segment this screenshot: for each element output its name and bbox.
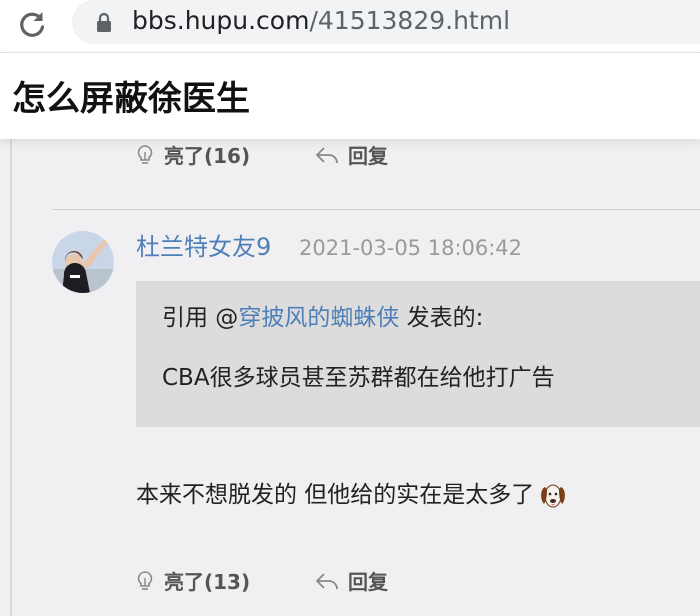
thread-title-bar: 怎么屏蔽徐医生 xyxy=(0,52,700,139)
quote-block: 引用 @穿披风的蜘蛛侠 发表的: CBA很多球员甚至苏群都在给他打广告 xyxy=(136,281,700,427)
reply-label: 回复 xyxy=(348,570,388,594)
reply-button[interactable]: 回复 xyxy=(314,140,388,169)
post-timestamp: 2021-03-05 18:06:42 xyxy=(299,236,523,260)
post-divider xyxy=(52,209,700,210)
post-body-text: 本来不想脱发的 但他给的实在是太多了 xyxy=(136,482,535,508)
quote-header: 引用 @穿披风的蜘蛛侠 发表的: xyxy=(162,301,483,335)
post-username[interactable]: 杜兰特女友9 xyxy=(136,232,271,262)
thread-content: 亮了(16) 回复 杜兰特女友9 2021-03-05 18:06:42 引用 … xyxy=(10,138,700,616)
dog-face-icon xyxy=(541,484,566,508)
avatar[interactable] xyxy=(52,231,114,293)
like-count-label: 亮了(16) xyxy=(164,144,251,168)
quote-suffix: 发表的: xyxy=(399,305,484,331)
lightbulb-icon xyxy=(137,570,153,590)
quote-prefix: 引用 @ xyxy=(162,305,239,331)
reply-arrow-icon xyxy=(316,146,338,163)
quoted-username-link[interactable]: 穿披风的蜘蛛侠 xyxy=(238,305,399,331)
lightbulb-icon xyxy=(137,144,153,164)
page-title: 怎么屏蔽徐医生 xyxy=(12,79,250,119)
reply-arrow-icon xyxy=(316,572,338,589)
browser-address-bar: bbs.hupu.com/41513829.html xyxy=(0,0,700,52)
like-count-label: 亮了(13) xyxy=(164,570,251,594)
reload-icon[interactable] xyxy=(16,8,48,40)
post-body: 本来不想脱发的 但他给的实在是太多了 xyxy=(136,478,568,512)
avatar-photo xyxy=(52,231,114,293)
like-button[interactable]: 亮了(16) xyxy=(134,140,250,169)
reply-label: 回复 xyxy=(348,144,388,168)
url-path: /41513829.html xyxy=(309,6,511,35)
reply-button[interactable]: 回复 xyxy=(314,566,388,595)
quote-text: CBA很多球员甚至苏群都在给他打广告 xyxy=(162,365,555,391)
lock-icon[interactable] xyxy=(96,11,112,33)
url-text[interactable]: bbs.hupu.com/41513829.html xyxy=(132,6,510,36)
like-button[interactable]: 亮了(13) xyxy=(134,566,250,595)
url-host: bbs.hupu.com xyxy=(132,6,310,35)
